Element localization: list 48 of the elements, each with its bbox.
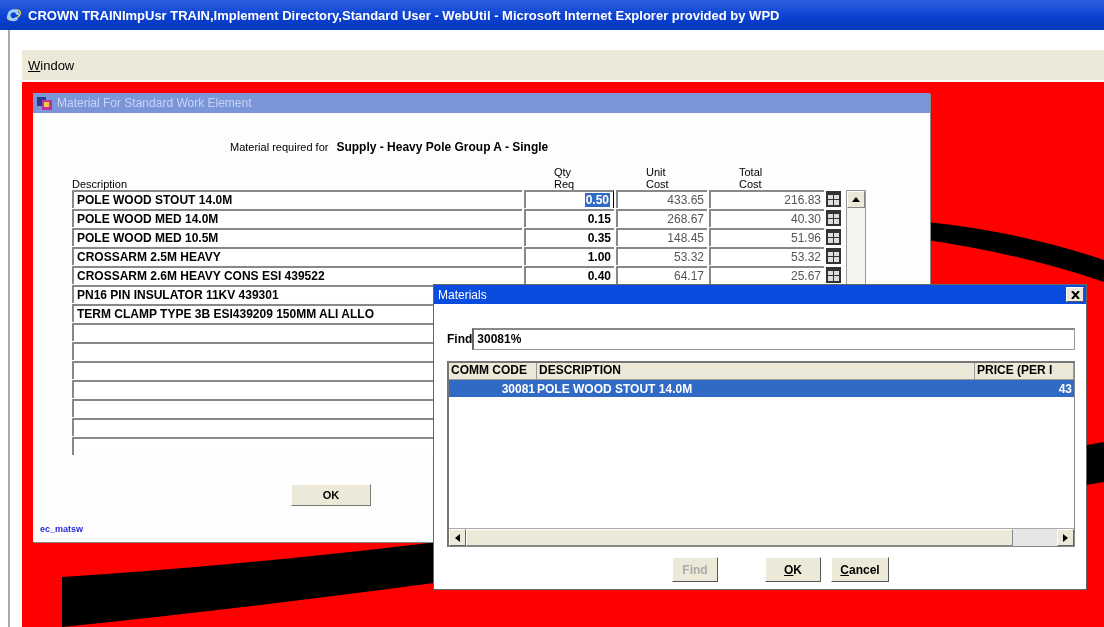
window-title: Material For Standard Work Element (57, 96, 252, 110)
qty-field[interactable]: 0.15 (524, 209, 614, 227)
ok-button[interactable]: OK (291, 484, 371, 506)
find-field[interactable]: 30081% (472, 327, 1075, 350)
column-header: Qty Req (553, 166, 576, 190)
caption-label: Material required for (230, 141, 329, 153)
window-title: CROWN TRAINImpUsr TRAIN,Implement Directory,Standard User - WebUtil - Microsoft Internet Explorer provided by WPD (28, 7, 780, 23)
column-header: Description (72, 178, 129, 190)
total-cost-field[interactable]: 216.83 (709, 190, 824, 208)
description-field[interactable]: POLE WOOD STOUT 14.0M (72, 190, 522, 208)
total-cost-field[interactable]: 51.96 (709, 228, 824, 246)
browser-e-icon (6, 7, 22, 23)
qty-field[interactable]: 0.50 (524, 190, 614, 208)
scrollbar-thumb[interactable] (466, 529, 1013, 546)
description-field[interactable]: CROSSARM 2.5M HEAVY (72, 247, 522, 265)
table-icon[interactable] (826, 266, 842, 284)
table-icon[interactable] (826, 228, 842, 246)
result-row[interactable]: 30081 POLE WOOD STOUT 14.0M 43 (449, 380, 1074, 397)
form-name: ec_matsw (39, 523, 85, 534)
dialog-button[interactable]: Cancel (831, 557, 889, 582)
dialog-title: Materials (438, 287, 487, 302)
unit-cost-field[interactable]: 53.32 (616, 247, 707, 265)
description-field[interactable]: POLE WOOD MED 14.0M (72, 209, 522, 227)
description-field[interactable]: POLE WOOD MED 10.5M (72, 228, 522, 246)
dialog-button[interactable]: OK (765, 557, 821, 582)
unit-cost-field[interactable]: 64.17 (616, 266, 707, 284)
app-icon (37, 96, 53, 110)
table-icon[interactable] (826, 209, 842, 227)
qty-field[interactable]: 0.40 (524, 266, 614, 284)
close-button[interactable] (1066, 287, 1084, 302)
unit-cost-field[interactable]: 268.67 (616, 209, 707, 227)
total-cost-field[interactable]: 25.67 (709, 266, 824, 284)
unit-cost-field[interactable]: 148.45 (616, 228, 707, 246)
qty-field[interactable]: 0.35 (524, 228, 614, 246)
table-icon[interactable] (826, 247, 842, 265)
table-icon[interactable] (826, 190, 842, 208)
menu-item[interactable]: Window (28, 57, 75, 73)
caption-value: Supply - Heavy Pole Group A - Single (336, 140, 549, 154)
qty-field[interactable]: 1.00 (524, 247, 614, 265)
total-cost-field[interactable]: 53.32 (709, 247, 824, 265)
total-cost-field[interactable]: 40.30 (709, 209, 824, 227)
column-header: Unit Cost (645, 166, 670, 190)
unit-cost-field[interactable]: 433.65 (616, 190, 707, 208)
close-icon[interactable] (1070, 290, 1080, 299)
description-field[interactable]: CROSSARM 2.6M HEAVY CONS ESI 439522 (72, 266, 522, 284)
horizontal-scrollbar[interactable] (449, 528, 1074, 546)
find-label: Find (447, 331, 473, 346)
column-header: Total Cost (738, 166, 764, 190)
